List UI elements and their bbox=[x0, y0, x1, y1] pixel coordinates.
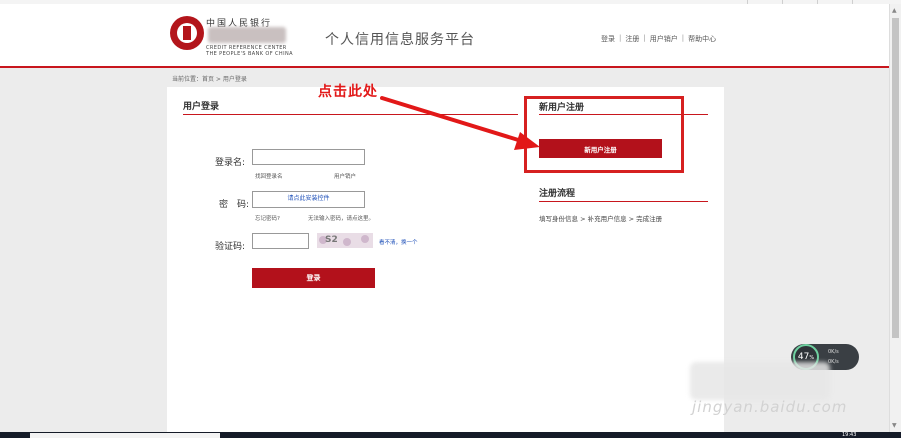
annotation-highlight-box bbox=[524, 96, 684, 173]
nav-separator: | bbox=[681, 34, 685, 42]
find-username-link[interactable]: 找回登录名 bbox=[255, 172, 283, 180]
taskbar-search-box[interactable] bbox=[30, 433, 220, 438]
nav-register-link[interactable]: 注册 bbox=[625, 34, 639, 44]
registration-flow-title: 注册流程 bbox=[539, 189, 576, 199]
taskbar-clock: 19:43 bbox=[842, 432, 857, 438]
nav-separator: | bbox=[643, 34, 646, 42]
captcha-input[interactable] bbox=[252, 233, 309, 249]
deactivate-user-link[interactable]: 用户销户 bbox=[334, 172, 356, 180]
nav-login-link[interactable]: 登录 bbox=[601, 34, 615, 44]
login-button[interactable]: 登录 bbox=[252, 268, 375, 288]
upload-speed: 0K/s bbox=[828, 349, 839, 355]
annotation-label: 点击此处 bbox=[318, 84, 378, 100]
flow-title-underline bbox=[539, 201, 708, 202]
username-input[interactable] bbox=[252, 149, 365, 165]
captcha-noise-dot bbox=[361, 235, 369, 243]
scroll-down-icon[interactable]: ▼ bbox=[892, 422, 897, 429]
refresh-captcha-link[interactable]: 看不清，换一个 bbox=[379, 238, 418, 246]
login-title-underline bbox=[183, 114, 518, 115]
registration-flow-steps: 填写身份信息 > 补充用户信息 > 完成注册 bbox=[539, 215, 663, 223]
site-title: 个人信用信息服务平台 bbox=[325, 32, 475, 48]
watermark-blur-patch bbox=[690, 362, 830, 400]
memory-usage-unit: % bbox=[809, 355, 815, 361]
password-label: 密 码: bbox=[219, 200, 250, 210]
nav-help-link[interactable]: 帮助中心 bbox=[688, 34, 716, 44]
username-label: 登录名: bbox=[215, 158, 246, 168]
forgot-password-link[interactable]: 忘记密码? bbox=[255, 214, 280, 222]
nav-deactivate-link[interactable]: 用户销户 bbox=[650, 34, 678, 44]
breadcrumb: 当前位置：首页 > 用户登录 bbox=[172, 76, 247, 83]
captcha-label: 验证码: bbox=[215, 242, 246, 252]
cannot-input-password-link[interactable]: 无法输入密码，请点这里。 bbox=[308, 214, 374, 222]
scrollbar-thumb[interactable] bbox=[892, 18, 899, 338]
captcha-image[interactable]: S2 bbox=[317, 233, 373, 248]
bank-emblem-icon bbox=[170, 16, 204, 50]
download-speed: 0K/s bbox=[828, 359, 839, 365]
top-navigation: 登录 | 注册 | 用户销户 | 帮助中心 bbox=[601, 34, 716, 44]
pboc-logo[interactable]: 中国人民银行 CREDIT REFERENCE CENTER THE PEOPL… bbox=[170, 14, 320, 60]
login-section-title: 用户登录 bbox=[183, 102, 220, 112]
logo-english-line-2: THE PEOPLE'S BANK OF CHINA bbox=[206, 51, 293, 57]
password-control-install[interactable]: 请点此安装控件 bbox=[252, 191, 365, 208]
captcha-noise-dot bbox=[343, 238, 351, 246]
watermark-text: jingyan.baidu.com bbox=[692, 398, 848, 416]
vertical-scrollbar[interactable]: ▲ ▼ bbox=[889, 4, 901, 432]
scroll-up-icon[interactable]: ▲ bbox=[892, 7, 897, 14]
memory-usage-percent: 47 bbox=[797, 352, 810, 362]
captcha-characters: S2 bbox=[325, 235, 338, 245]
logo-blurred-block bbox=[208, 27, 286, 43]
nav-separator: | bbox=[619, 34, 622, 42]
